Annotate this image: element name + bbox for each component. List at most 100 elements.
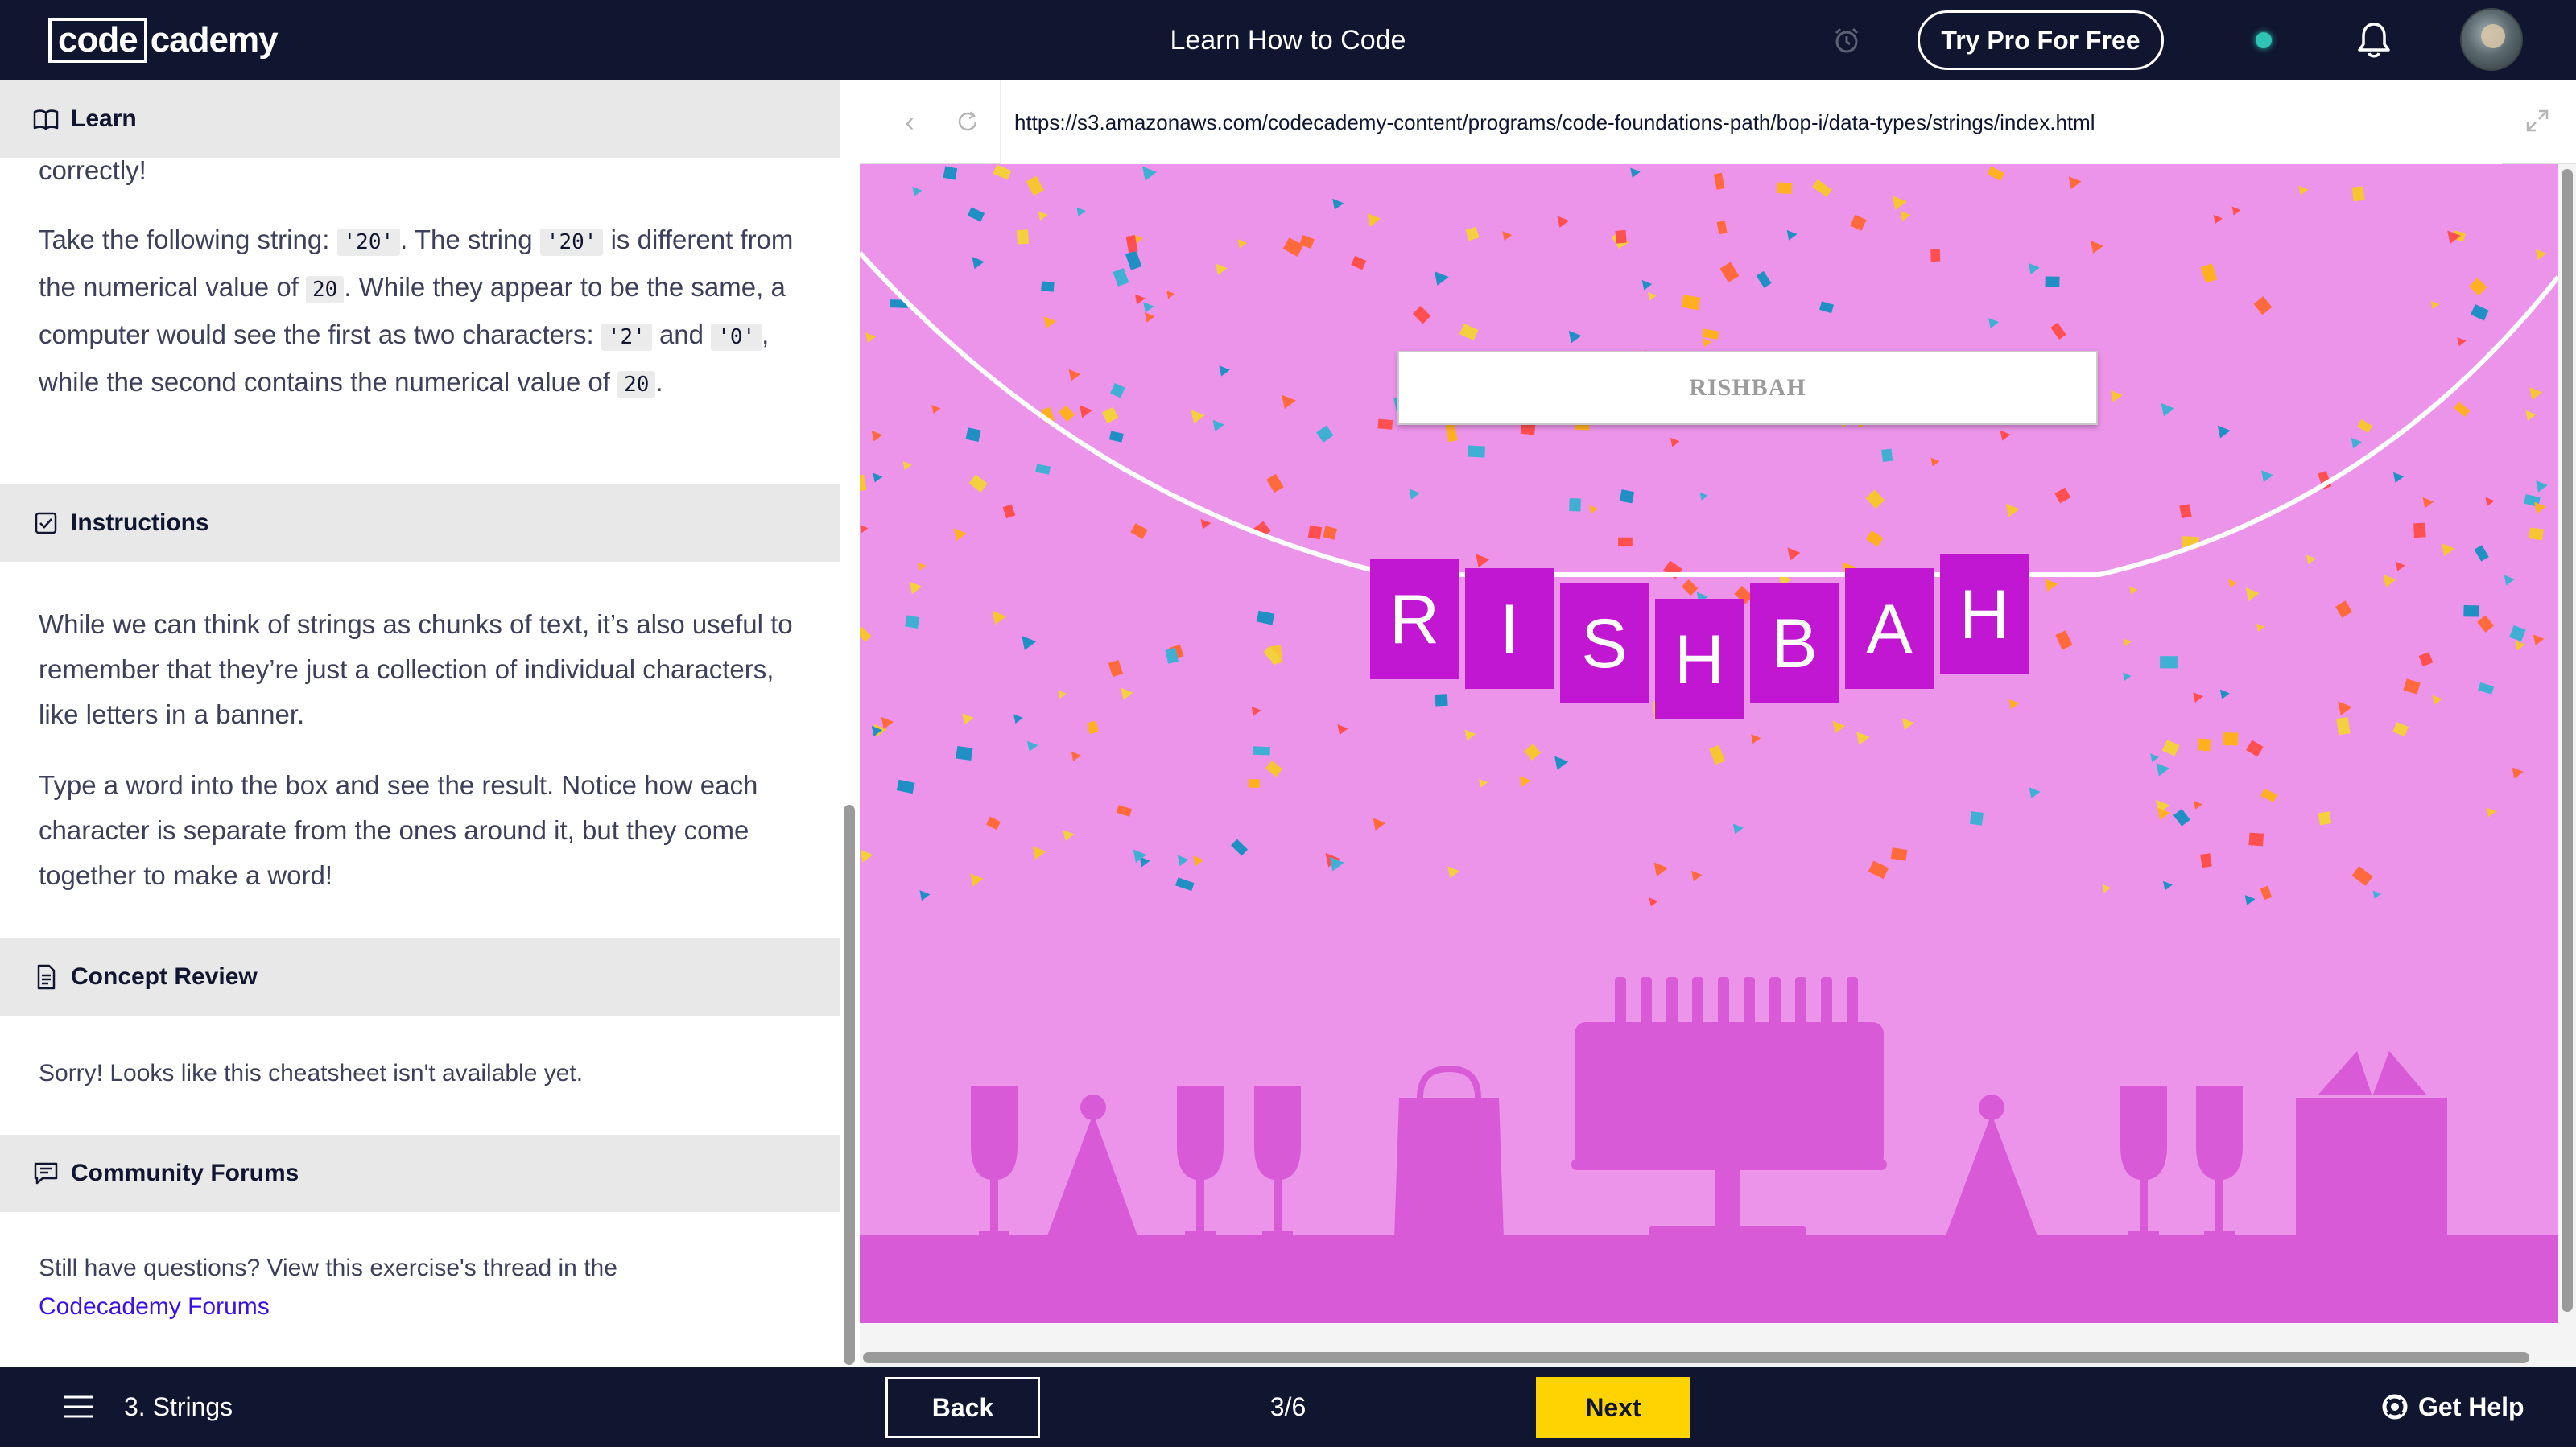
confetti-piece [2197, 738, 2211, 752]
candle [1692, 977, 1703, 1027]
banner-letter: S [1581, 605, 1627, 682]
confetti-piece [1041, 281, 1055, 292]
browser-back-icon[interactable]: ‹ [892, 105, 927, 140]
back-button[interactable]: Back [886, 1377, 1040, 1438]
bottom-nav-bar: 3. Strings Back 3/6 Next Get Help [0, 1367, 2576, 1447]
confetti-piece [1253, 746, 1270, 756]
confetti-piece [2336, 716, 2351, 736]
banner-flag: H [1940, 554, 2029, 674]
codecademy-forums-link[interactable]: Codecademy Forums [39, 1293, 270, 1320]
concept-review-heading: Concept Review [71, 963, 258, 990]
candle [1847, 977, 1858, 1027]
progress-indicator: 3/6 [1269, 1392, 1307, 1421]
banner-letter: A [1866, 591, 1913, 668]
refresh-icon[interactable] [950, 105, 985, 140]
lifebuoy-icon [2382, 1394, 2408, 1420]
avatar[interactable] [2460, 8, 2523, 71]
confetti-piece [2463, 604, 2480, 617]
learn-paragraph: Take the following string: '20'. The str… [39, 225, 794, 398]
url-text: https://s3.amazonaws.com/codecademy-cont… [1014, 110, 2095, 134]
confetti-piece [956, 745, 973, 761]
confetti-piece [1468, 445, 1486, 458]
get-help-button[interactable]: Get Help [2381, 1367, 2524, 1447]
learn-heading: Learn [71, 105, 137, 132]
confetti-piece [1248, 779, 1260, 788]
forums-text: Still have questions? View this exercise… [39, 1255, 617, 1281]
bell-icon[interactable] [2355, 21, 2392, 60]
preview-vertical-scrollbar[interactable] [2562, 169, 2573, 1312]
banner-flag: A [1845, 568, 1934, 689]
banner-letter: H [1959, 576, 2009, 653]
confetti-piece [1569, 498, 1581, 512]
top-nav-bar: code cademy Learn How to Code Try Pro Fo… [0, 0, 2576, 80]
expand-icon[interactable] [2521, 105, 2553, 137]
instructions-section-header[interactable]: Instructions [0, 484, 840, 562]
confetti-piece [2248, 832, 2264, 847]
candle [1666, 977, 1678, 1027]
confetti-piece [1377, 418, 1393, 430]
forums-note: Still have questions? View this exercise… [39, 1249, 811, 1326]
candle [1821, 977, 1832, 1027]
confetti-piece [1016, 229, 1030, 245]
confetti-piece [2200, 853, 2212, 868]
lesson-panel: Learn correctly! Take the following stri… [0, 80, 840, 1367]
banner-letter: R [1389, 581, 1439, 658]
candle [1641, 977, 1652, 1027]
banner-letter: I [1500, 591, 1519, 668]
confetti-piece [1615, 229, 1627, 244]
course-title: Learn How to Code [1170, 25, 1406, 56]
status-dot [2256, 32, 2272, 48]
confetti-piece [1890, 847, 1908, 861]
banner-flag: I [1465, 568, 1554, 689]
confetti-piece [1776, 182, 1793, 195]
confetti-piece [1930, 249, 1941, 262]
confetti-piece [2413, 522, 2426, 538]
try-pro-button[interactable]: Try Pro For Free [1918, 10, 2164, 70]
candle [1795, 977, 1806, 1027]
preview-horizontal-scrollbar[interactable] [863, 1352, 2529, 1363]
confetti-piece [1619, 489, 1635, 504]
browser-bar: ‹ https://s3.amazonaws.com/codecademy-co… [860, 80, 2576, 164]
community-forums-section-header[interactable]: Community Forums [0, 1135, 840, 1212]
confetti-piece [1307, 525, 1323, 540]
community-forums-heading: Community Forums [71, 1160, 299, 1186]
lesson-name[interactable]: 3. Strings [124, 1367, 233, 1447]
concept-review-section-header[interactable]: Concept Review [0, 938, 840, 1016]
banner-flag: B [1750, 583, 1839, 703]
table-silhouette [860, 1235, 2558, 1323]
document-icon [37, 964, 56, 990]
instructions-paragraph-1: While we can think of strings as chunks … [39, 609, 793, 729]
confetti-piece [2160, 656, 2178, 669]
left-scrollbar[interactable] [844, 805, 855, 1365]
candle [1615, 977, 1626, 1027]
confetti-piece [1435, 694, 1448, 707]
next-button[interactable]: Next [1536, 1377, 1690, 1438]
alarm-clock-icon[interactable] [1832, 26, 1861, 55]
instructions-heading: Instructions [71, 509, 209, 536]
name-input[interactable]: RISHBAH [1397, 351, 2098, 425]
codecademy-logo[interactable]: code cademy [48, 18, 279, 63]
get-help-label: Get Help [2418, 1391, 2524, 1421]
confetti-piece [2351, 186, 2365, 202]
logo-code: code [48, 18, 147, 63]
confetti-piece [2045, 276, 2060, 287]
confetti-piece [1618, 537, 1633, 547]
clipped-text: correctly! [39, 155, 147, 185]
confetti-piece [2318, 811, 2332, 826]
logo-cademy: cademy [150, 20, 279, 60]
confetti-piece [1881, 448, 1893, 463]
banner-flag: H [1655, 599, 1744, 719]
candle [1769, 977, 1781, 1027]
learn-section-header[interactable]: Learn [0, 80, 840, 158]
checkbox-icon [35, 512, 57, 534]
confetti-piece [943, 166, 958, 180]
browser-panel: ‹ https://s3.amazonaws.com/codecademy-co… [860, 80, 2576, 1367]
hamburger-icon[interactable] [63, 1394, 95, 1420]
candle [1718, 977, 1729, 1027]
cheatsheet-note: Sorry! Looks like this cheatsheet isn't … [39, 1060, 584, 1086]
banner-flag: R [1370, 559, 1459, 679]
banner-letter: H [1674, 621, 1724, 699]
confetti-piece [905, 615, 920, 629]
web-preview: RISHBAH RISHBAH [860, 164, 2558, 1323]
candle [1744, 977, 1755, 1027]
